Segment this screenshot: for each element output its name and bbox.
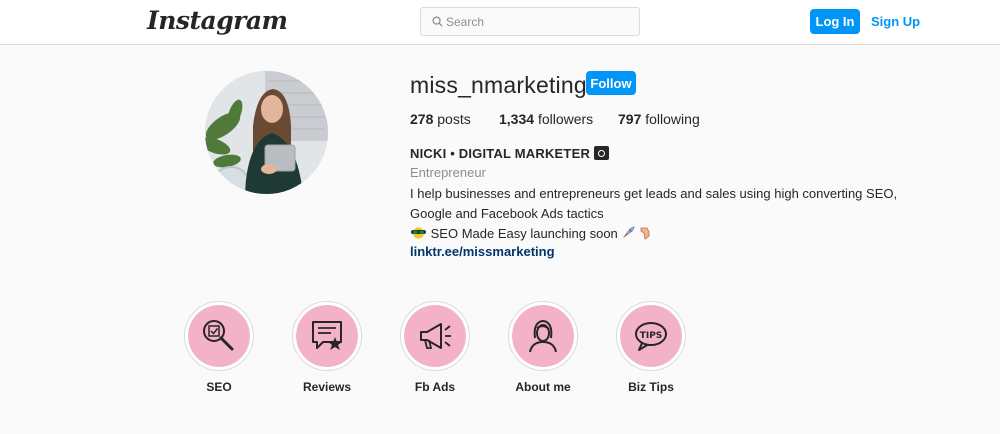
following-stat[interactable]: 797 following <box>618 111 700 127</box>
followers-stat[interactable]: 1,334 followers <box>499 111 593 127</box>
search-box[interactable] <box>420 7 640 36</box>
svg-text:TIPS: TIPS <box>640 331 663 341</box>
pointing-down-emoji-icon <box>640 227 650 240</box>
rocket-emoji-icon <box>623 226 635 238</box>
highlight-label: Reviews <box>302 380 352 394</box>
instagram-logo[interactable]: Instagram <box>147 6 288 35</box>
highlight-fb-ads[interactable]: Fb Ads <box>400 301 470 394</box>
following-count: 797 <box>618 111 642 127</box>
posts-label: posts <box>437 111 471 127</box>
highlight-ring <box>292 301 362 371</box>
posts-stat[interactable]: 278 posts <box>410 111 471 127</box>
followers-label: followers <box>537 111 594 127</box>
sunglasses-emoji-icon <box>411 227 426 239</box>
follow-button[interactable]: Follow <box>586 71 636 95</box>
highlight-ring <box>508 301 578 371</box>
highlight-ring <box>400 301 470 371</box>
login-button[interactable]: Log In <box>810 9 860 34</box>
posts-count: 278 <box>410 111 434 127</box>
full-name-text: NICKI • DIGITAL MARKETER <box>410 146 591 161</box>
highlight-ring: TIPS <box>616 301 686 371</box>
bio-line-text: SEO Made Easy launching soon <box>430 226 618 241</box>
followers-count: 1,334 <box>499 111 535 127</box>
magnifier-checklist-icon <box>203 320 234 351</box>
highlight-seo[interactable]: SEO <box>184 301 254 394</box>
avatar[interactable] <box>205 71 328 194</box>
tips-bubble-icon: TIPS <box>635 322 667 351</box>
highlight-label: Biz Tips <box>628 380 674 394</box>
woman-portrait-icon <box>529 319 557 353</box>
highlight-reviews[interactable]: Reviews <box>292 301 362 394</box>
search-input[interactable] <box>446 8 631 35</box>
highlight-label: Fb Ads <box>414 380 456 394</box>
signup-link[interactable]: Sign Up <box>871 14 920 29</box>
bio-line: Google and Facebook Ads tactics <box>410 206 604 221</box>
highlight-about-me[interactable]: About me <box>508 301 578 394</box>
profile-photo <box>205 71 328 194</box>
profile-bio: I help businesses and entrepreneurs get … <box>410 184 910 244</box>
profile-full-name: NICKI • DIGITAL MARKETER <box>410 146 610 161</box>
following-label: following <box>645 111 700 127</box>
highlight-label: SEO <box>206 380 232 394</box>
top-navbar: Instagram Log In Sign Up <box>0 0 1000 45</box>
camera-emoji-icon <box>594 146 610 160</box>
profile-category: Entrepreneur <box>410 165 486 180</box>
search-icon <box>432 16 443 27</box>
highlight-biz-tips[interactable]: TIPS Biz Tips <box>616 301 686 394</box>
profile-website-link[interactable]: linktr.ee/missmarketing <box>410 244 555 259</box>
highlight-label: About me <box>515 380 571 394</box>
bio-line: SEO Made Easy launching soon <box>410 224 910 244</box>
megaphone-icon <box>420 323 451 349</box>
profile-username: miss_nmarketing <box>410 72 587 98</box>
bio-line: I help businesses and entrepreneurs get … <box>410 186 898 201</box>
review-star-icon <box>312 321 342 350</box>
highlight-ring <box>184 301 254 371</box>
